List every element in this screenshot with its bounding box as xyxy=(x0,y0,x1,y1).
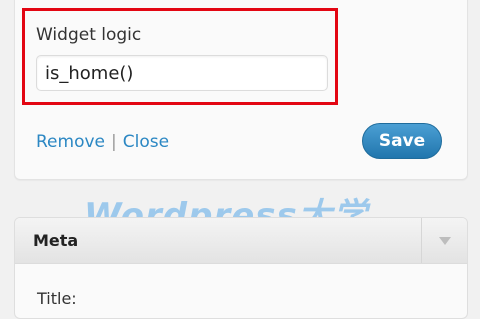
widget-logic-input[interactable] xyxy=(36,55,328,91)
widget-actions: Remove | Close xyxy=(36,132,169,152)
meta-widget-header[interactable]: Meta xyxy=(15,218,467,264)
widget-logic-label: Widget logic xyxy=(36,25,142,45)
meta-widget: Meta Title: xyxy=(14,217,468,319)
meta-title-field-label: Title: xyxy=(37,289,77,308)
link-separator: | xyxy=(111,132,117,152)
meta-toggle-button[interactable] xyxy=(421,218,467,263)
close-link[interactable]: Close xyxy=(123,132,169,152)
chevron-down-icon xyxy=(439,237,451,245)
remove-link[interactable]: Remove xyxy=(36,132,105,152)
meta-widget-title: Meta xyxy=(33,231,79,250)
save-button[interactable]: Save xyxy=(362,123,442,159)
